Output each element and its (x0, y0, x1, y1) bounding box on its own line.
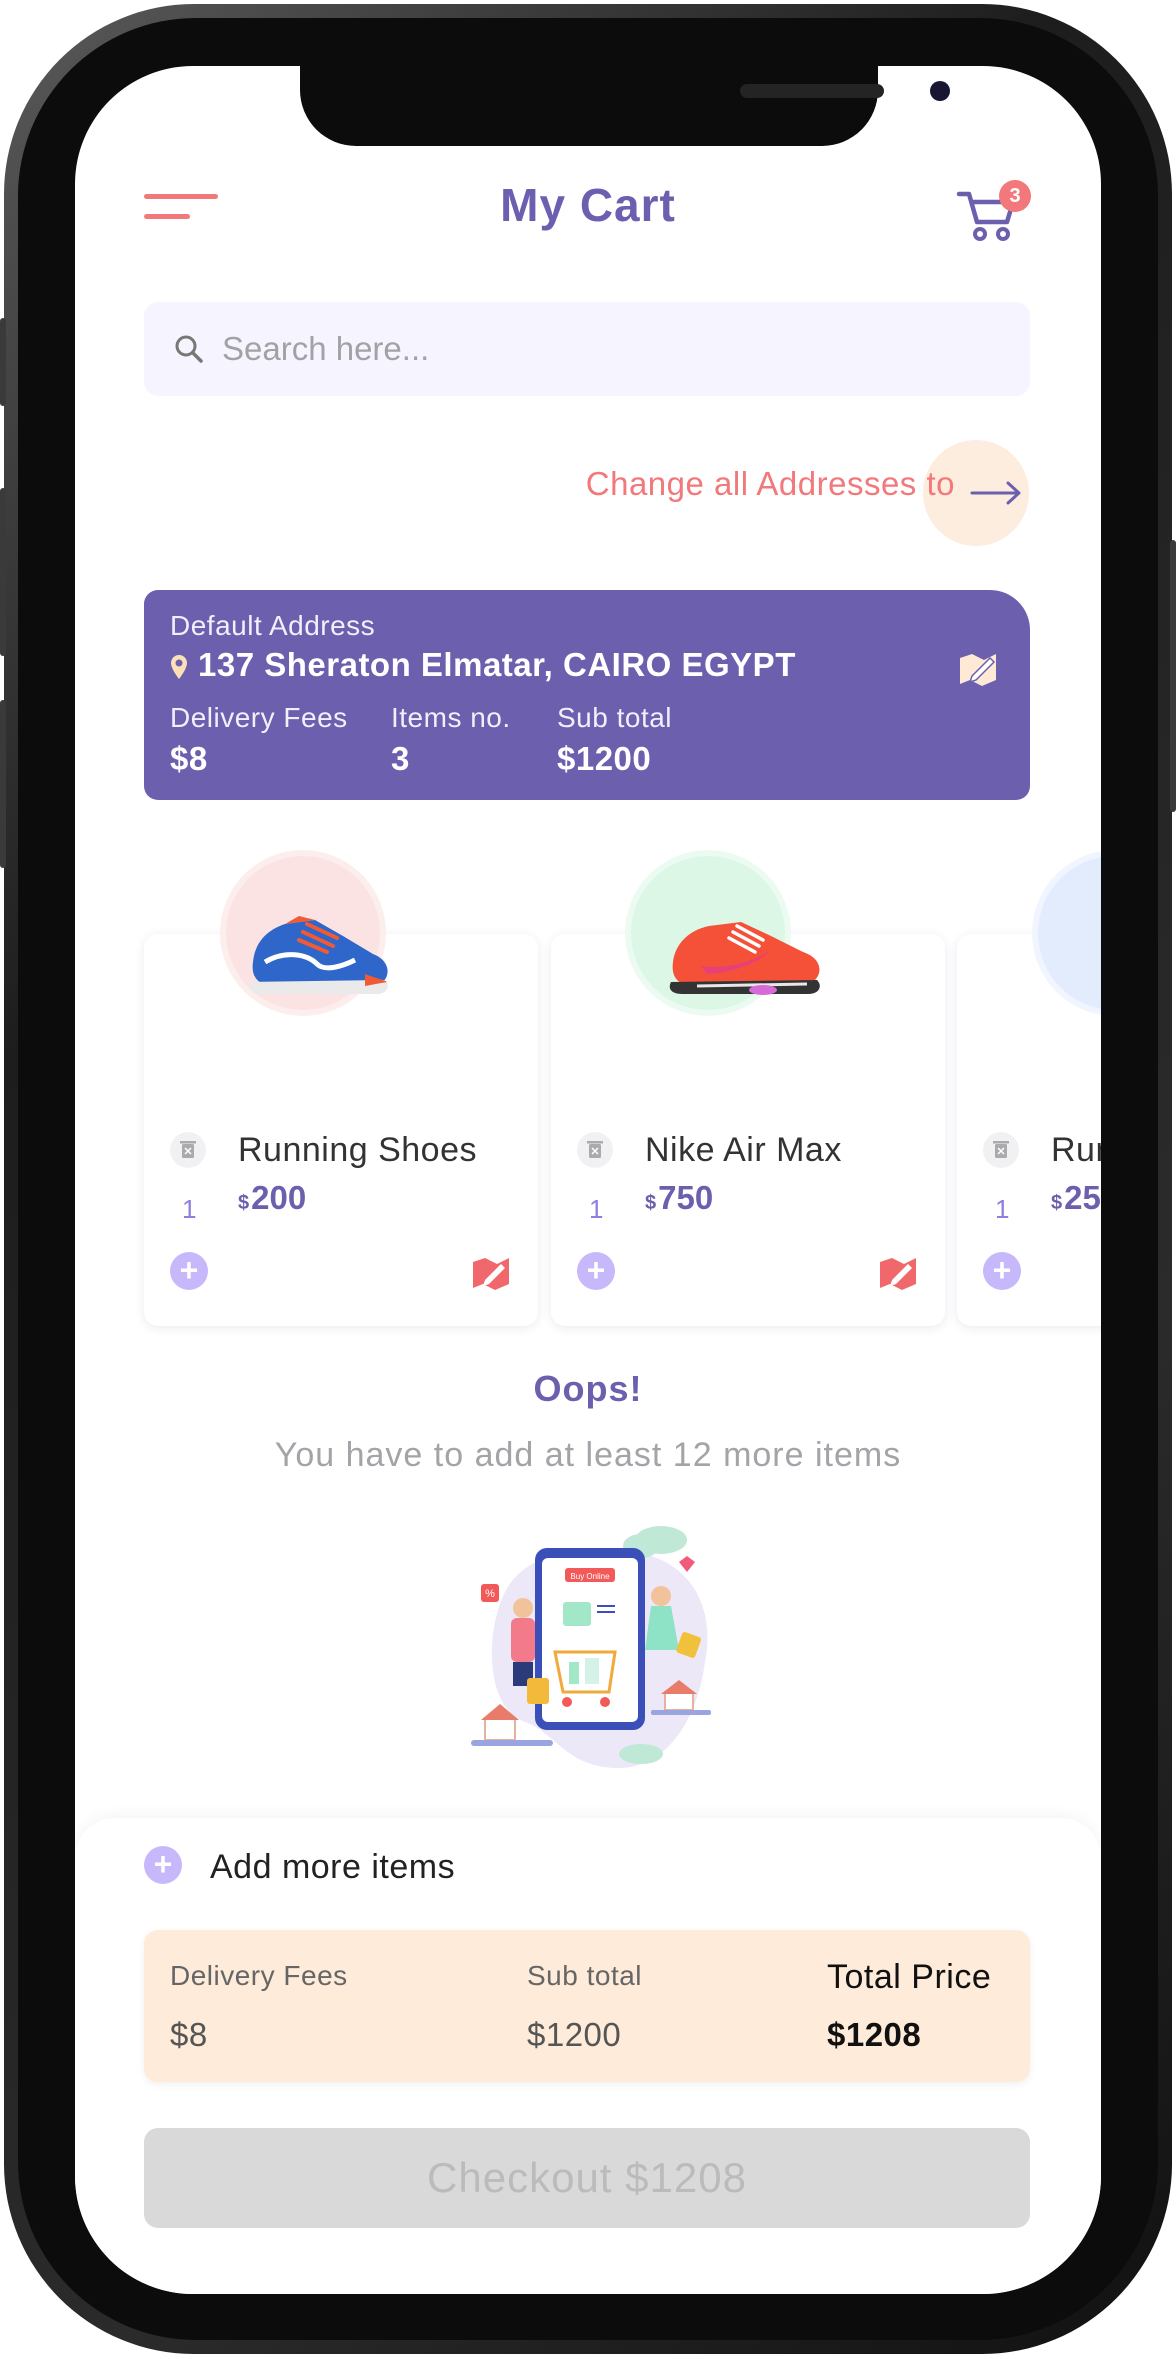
edit-item-icon[interactable] (471, 1254, 511, 1290)
total-price-label: Total Price (827, 1958, 992, 1996)
product-price: $200 (238, 1179, 307, 1216)
notch (300, 66, 950, 146)
edit-item-icon[interactable] (878, 1254, 918, 1290)
search-icon (175, 335, 203, 363)
buy-online-sign: Buy Online (570, 1572, 610, 1581)
mute-switch (0, 318, 6, 406)
address-card-title: Default Address (170, 610, 376, 641)
search-input[interactable] (222, 302, 1002, 396)
address-text: 137 Sheraton Elmatar, CAIRO EGYPT (198, 646, 796, 683)
quantity-value: 1 (589, 1194, 604, 1224)
quantity-value: 1 (995, 1194, 1010, 1224)
search-bar[interactable] (144, 302, 1030, 396)
camera (930, 81, 950, 101)
page-title: My Cart (500, 179, 676, 231)
volume-up-button (0, 488, 6, 656)
product-price: $250 (1051, 1179, 1101, 1216)
delivery-fees-label: Delivery Fees (170, 702, 348, 733)
arrow-right-icon[interactable] (970, 476, 1022, 510)
power-button (1170, 540, 1176, 812)
notice-title: Oops! (533, 1368, 643, 1409)
product-name: Running Shoes (1051, 1131, 1101, 1169)
delete-icon[interactable] (577, 1132, 613, 1168)
footer-subtotal-label: Sub total (527, 1960, 643, 1991)
product-price: $750 (645, 1179, 714, 1216)
volume-down-button (0, 700, 6, 868)
add-more-items-button[interactable]: Add more items (210, 1848, 455, 1887)
delete-icon[interactable] (170, 1132, 206, 1168)
delete-icon[interactable] (983, 1132, 1019, 1168)
footer-subtotal-value: $1200 (527, 2016, 622, 2053)
notice-message: You have to add at least 12 more items (274, 1436, 902, 1474)
edit-address-icon[interactable] (956, 646, 1000, 690)
delivery-fees-value: $8 (170, 740, 208, 777)
footer-delivery-label: Delivery Fees (170, 1960, 348, 1991)
location-pin-icon (171, 655, 187, 679)
product-name: Running Shoes (238, 1131, 478, 1169)
running-shoe-image (248, 916, 388, 994)
items-count-value: 3 (391, 740, 410, 777)
cart-count-badge: 3 (999, 180, 1031, 212)
quantity-value: 1 (182, 1194, 197, 1224)
footer-delivery-value: $8 (170, 2016, 208, 2053)
increase-quantity-button[interactable]: + (577, 1252, 615, 1290)
trash-icon (587, 1141, 603, 1158)
order-totals: Delivery Fees $8 Sub total $1200 Total P… (144, 1930, 1030, 2082)
trash-icon (180, 1141, 196, 1158)
app-screen: My Cart 3 Change all Addresses to Defaul… (75, 66, 1101, 2294)
increase-quantity-button[interactable]: + (983, 1252, 1021, 1290)
trash-icon (993, 1141, 1009, 1158)
default-address-card: Default Address 137 Sheraton Elmatar, CA… (144, 590, 1030, 800)
online-shopping-illustration: Buy Online % (471, 1526, 711, 1769)
add-more-items-icon[interactable]: + (144, 1846, 182, 1884)
subtotal-value: $1200 (557, 740, 652, 777)
change-addresses-link[interactable]: Change all Addresses to (575, 465, 1025, 503)
product-name: Nike Air Max (645, 1131, 842, 1169)
speaker (740, 84, 884, 98)
total-price-value: $1208 (827, 2016, 922, 2053)
svg-text:%: % (485, 1588, 495, 1600)
increase-quantity-button[interactable]: + (170, 1252, 208, 1290)
nike-air-max-image (669, 922, 820, 995)
subtotal-label: Sub total (557, 702, 673, 733)
items-count-label: Items no. (391, 702, 511, 733)
checkout-button[interactable]: Checkout $1208 (144, 2128, 1030, 2228)
